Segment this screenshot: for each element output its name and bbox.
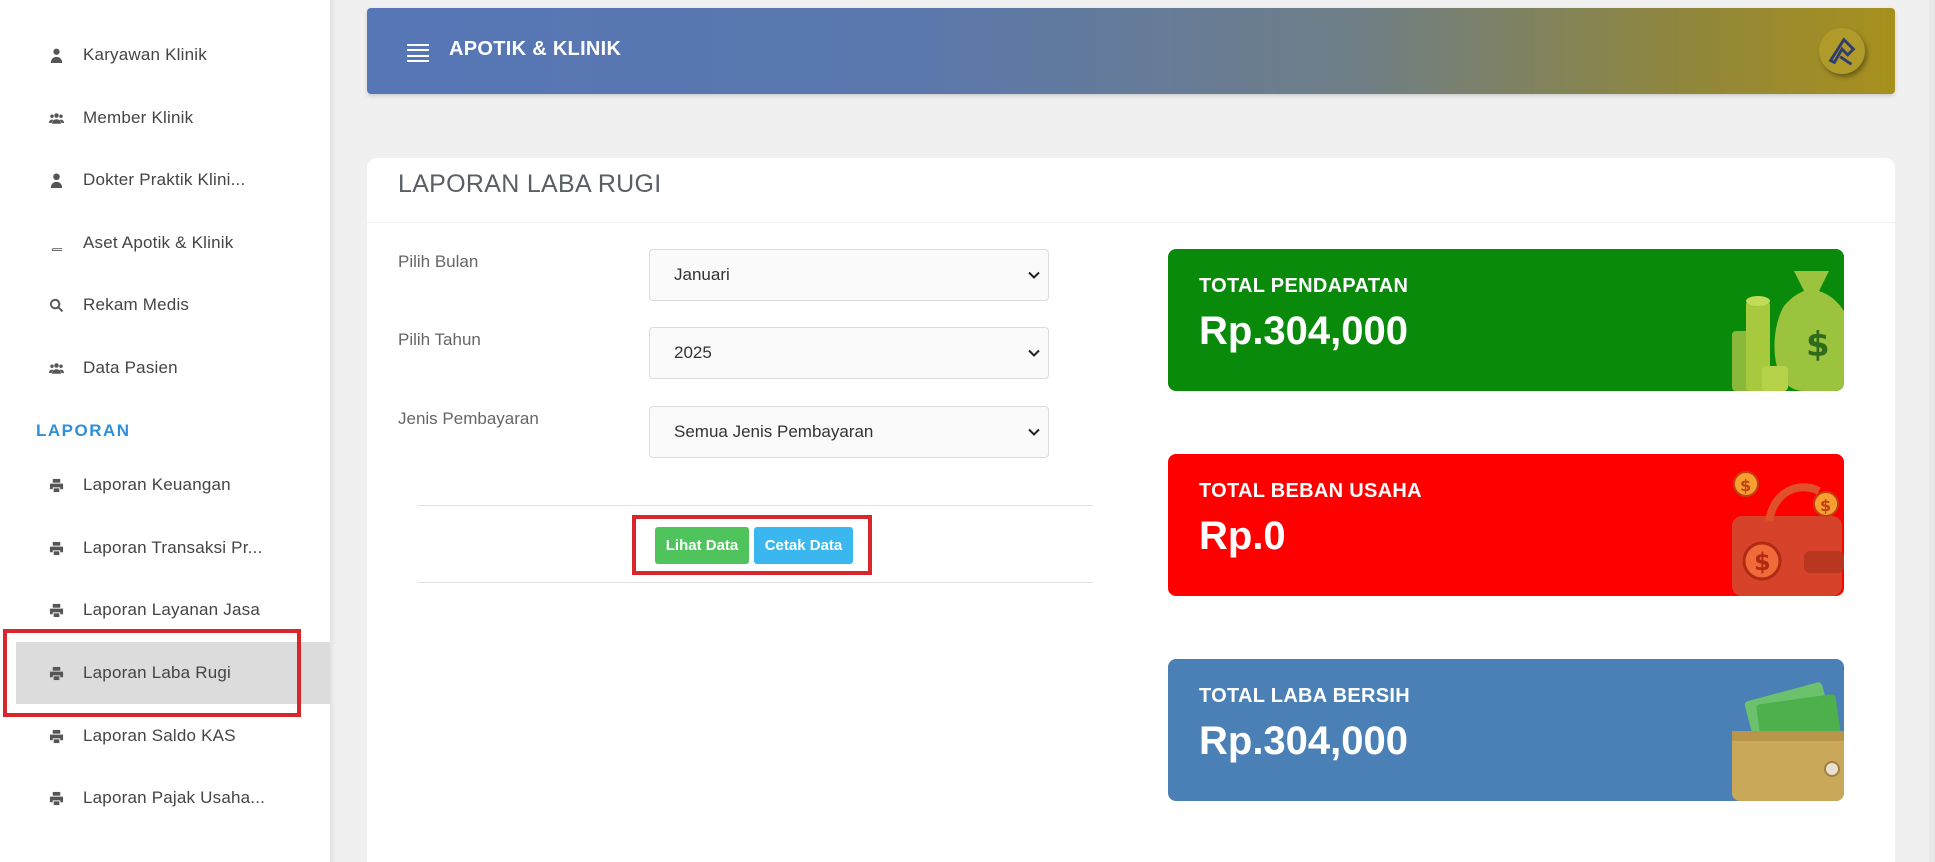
sidebar-item-karyawan-klinik[interactable]: Karyawan Klinik [16,24,330,86]
year-select-value: 2025 [674,343,712,362]
sidebar-item-laporan-transaksi[interactable]: Laporan Transaksi Pr... [16,517,330,579]
top-header: APOTIK & KLINIK [367,8,1895,94]
sidebar-item-aset[interactable]: Aset Apotik & Klinik [16,212,330,274]
year-label: Pilih Tahun [398,330,481,349]
hamburger-menu-icon[interactable] [407,44,429,62]
sidebar-item-label: Laporan Laba Rugi [83,663,232,682]
divider-bottom [417,582,1093,583]
stat-value: Rp.0 [1199,514,1286,558]
chevron-down-icon [1028,271,1040,279]
sidebar-item-label: Rekam Medis [83,295,190,314]
sidebar-item-label: Laporan Keuangan [83,475,231,494]
sidebar-item-label: Laporan Pajak Usaha... [83,788,266,807]
app-logo [1819,28,1865,74]
stat-value: Rp.304,000 [1199,309,1409,353]
book-icon [47,234,65,252]
stat-card-total-beban-usaha: TOTAL BEBAN USAHA Rp.0 $ $ $ [1168,454,1844,596]
stat-label: TOTAL BEBAN USAHA [1199,480,1422,502]
divider-top [417,505,1093,506]
payment-type-select-value: Semua Jenis Pembayaran [674,422,874,441]
wallet-cash-icon [1732,682,1844,801]
sidebar-item-label: Data Pasien [83,358,178,377]
report-card: LAPORAN LABA RUGI Pilih Bulan Januari Pi… [367,158,1895,862]
chevron-down-icon [1028,349,1040,357]
sidebar-item-laporan-pajak-usaha[interactable]: Laporan Pajak Usaha... [16,767,330,829]
users-icon [47,109,65,127]
sidebar-shadow [330,0,336,862]
sidebar-item-label: Aset Apotik & Klinik [83,233,234,252]
user-icon [47,171,65,189]
sidebar-item-laporan-laba-rugi[interactable]: Laporan Laba Rugi [16,642,330,704]
sidebar-item-label: Laporan Saldo KAS [83,726,236,745]
year-select[interactable]: 2025 [649,327,1049,379]
wallet-coins-icon: $ $ $ [1732,471,1844,596]
sidebar-item-label: Member Klinik [83,108,194,127]
sidebar-item-laporan-saldo-kas[interactable]: Laporan Saldo KAS [16,705,330,767]
stat-label: TOTAL LABA BERSIH [1199,685,1411,707]
sidebar-item-dokter-praktik[interactable]: Dokter Praktik Klini... [16,149,330,211]
sidebar-item-laporan-layanan-jasa[interactable]: Laporan Layanan Jasa [16,579,330,641]
sidebar-item-rekam-medis[interactable]: Rekam Medis [16,274,330,336]
print-data-button[interactable]: Cetak Data [754,527,853,564]
svg-text:$: $ [1806,325,1830,365]
search-icon [47,296,65,314]
print-icon [47,601,65,619]
sidebar-item-data-pasien[interactable]: Data Pasien [16,337,330,399]
print-icon [47,727,65,745]
svg-text:$: $ [1754,548,1771,576]
month-select-value: Januari [674,265,730,284]
stat-card-total-laba-bersih: TOTAL LABA BERSIH Rp.304,000 [1168,659,1844,801]
payment-type-label: Jenis Pembayaran [398,409,539,428]
chevron-down-icon [1028,428,1040,436]
sidebar-item-label: Laporan Layanan Jasa [83,600,260,619]
payment-type-select[interactable]: Semua Jenis Pembayaran [649,406,1049,458]
users-icon [47,359,65,377]
user-tie-icon [47,46,65,64]
money-bag-icon: $ [1732,271,1844,391]
stat-card-total-pendapatan: TOTAL PENDAPATAN Rp.304,000 $ [1168,249,1844,391]
sidebar-item-label: Dokter Praktik Klini... [83,170,246,189]
sidebar-item-laporan-keuangan[interactable]: Laporan Keuangan [16,454,330,516]
stat-label: TOTAL PENDAPATAN [1199,275,1409,297]
svg-text:$: $ [1820,496,1831,515]
sidebar-item-member-klinik[interactable]: Member Klinik [16,87,330,149]
sidebar-section-laporan: LAPORAN [36,421,131,440]
print-icon [47,664,65,682]
page-scrollbar[interactable] [1929,0,1935,862]
month-label: Pilih Bulan [398,252,479,271]
card-divider [367,222,1895,223]
print-icon [47,789,65,807]
sidebar: Karyawan Klinik Member Klinik Dokter Pra… [0,0,330,862]
print-icon [47,476,65,494]
svg-text:$: $ [1740,476,1751,495]
sidebar-item-label: Karyawan Klinik [83,45,207,64]
app-title: APOTIK & KLINIK [449,38,622,60]
view-data-button[interactable]: Lihat Data [655,527,749,564]
stat-value: Rp.304,000 [1199,719,1409,763]
print-icon [47,539,65,557]
page-title: LAPORAN LABA RUGI [398,170,662,198]
sidebar-item-label: Laporan Transaksi Pr... [83,538,263,557]
month-select[interactable]: Januari [649,249,1049,301]
